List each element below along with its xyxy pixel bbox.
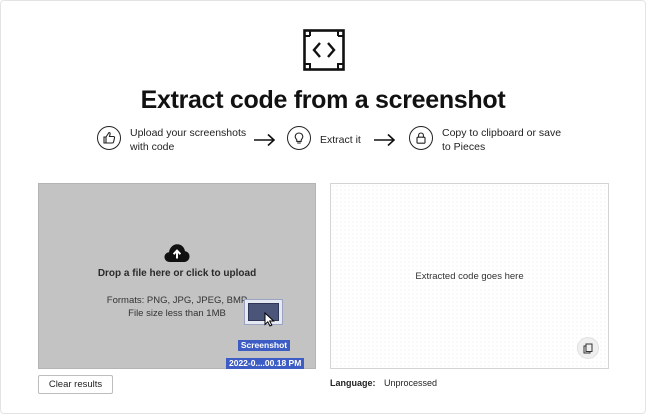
dropzone-label: Drop a file here or click to upload [97, 268, 257, 279]
step-copy-text: Copy to clipboard or save to Pieces [442, 126, 561, 154]
page-title: Extract code from a screenshot [140, 86, 506, 114]
steps-row: Upload your screenshots with code Extrac… [0, 124, 646, 160]
step-upload-text: Upload your screenshots with code [130, 126, 246, 154]
lightbulb-icon [287, 126, 311, 150]
thumbs-up-icon [97, 126, 121, 150]
language-label: Language: [330, 378, 376, 388]
step-extract-line1: Extract it [320, 134, 361, 146]
step-upload-line1: Upload your screenshots [130, 127, 247, 139]
clear-results-button[interactable]: Clear results [38, 375, 113, 394]
copy-button[interactable] [577, 337, 599, 359]
mouse-cursor-icon [264, 312, 275, 327]
lock-icon [409, 126, 433, 150]
extracted-code-placeholder: Extracted code goes here [415, 271, 524, 282]
step-extract-text: Extract it [320, 133, 361, 147]
code-brackets-icon [303, 29, 345, 71]
step-upload-line2: with code [130, 141, 175, 153]
arrow-right-icon [374, 133, 396, 147]
step-copy-line2: to Pieces [442, 141, 486, 153]
arrow-right-icon [254, 133, 276, 147]
language-indicator: Language: Unprocessed [330, 378, 437, 388]
dragged-file-name: Screenshot 2022-0....00.18 PM [226, 335, 305, 371]
step-copy-line1: Copy to clipboard or save [442, 127, 562, 139]
dragged-file-name-line1: Screenshot [237, 340, 291, 351]
dragged-file-name-line2: 2022-0....00.18 PM [226, 358, 305, 369]
copy-icon [583, 343, 593, 353]
cloud-upload-icon [164, 244, 190, 262]
language-value: Unprocessed [384, 378, 438, 388]
